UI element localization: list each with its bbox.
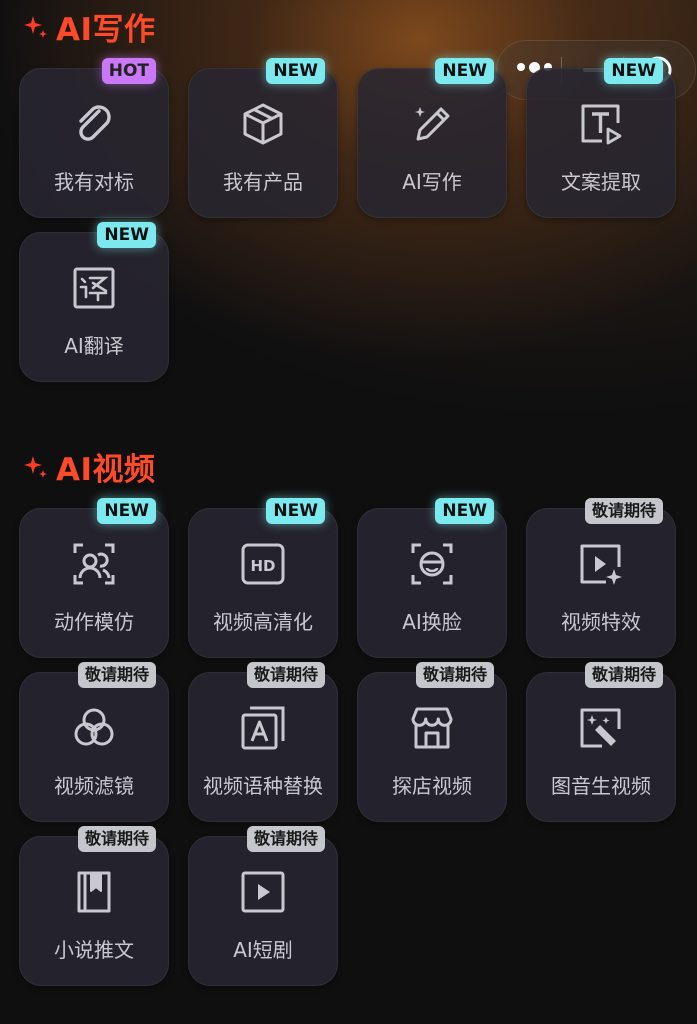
language-a-icon xyxy=(241,706,285,750)
new-badge: NEW xyxy=(266,58,325,84)
tool-label: AI换脸 xyxy=(402,610,462,634)
video-tools-grid: NEW 动作模仿 NEW HD 视频高清化 NEW AI换脸 敬请期待 视频特效… xyxy=(19,498,679,988)
section-title-text: AI写作 xyxy=(56,12,156,48)
hd-icon: HD xyxy=(241,543,285,585)
new-badge: NEW xyxy=(97,498,156,524)
tool-label: 我有产品 xyxy=(223,170,303,194)
coming-soon-badge: 敬请期待 xyxy=(246,826,325,852)
tool-card-video-filter[interactable]: 敬请期待 视频滤镜 xyxy=(19,662,169,822)
tool-card-language-swap[interactable]: 敬请期待 视频语种替换 xyxy=(188,662,338,822)
play-frame-icon xyxy=(241,871,285,913)
book-icon xyxy=(77,871,111,913)
tool-label: 动作模仿 xyxy=(54,610,134,634)
tool-label: 小说推文 xyxy=(54,938,134,962)
coming-soon-badge: 敬请期待 xyxy=(584,498,663,524)
tool-card-novel-promo[interactable]: 敬请期待 小说推文 xyxy=(19,826,169,986)
storefront-icon xyxy=(411,707,453,749)
tool-card-video-effects[interactable]: 敬请期待 视频特效 xyxy=(526,498,676,658)
tool-card-face-swap[interactable]: NEW AI换脸 xyxy=(357,498,507,658)
tool-label: AI翻译 xyxy=(64,334,124,358)
tool-card-ai-translate[interactable]: NEW AI翻译 xyxy=(19,222,169,382)
new-badge: NEW xyxy=(435,498,494,524)
tool-card-motion-imitation[interactable]: NEW 动作模仿 xyxy=(19,498,169,658)
writing-tools-grid: HOT 我有对标 NEW 我有产品 NEW AI写作 NEW 文案提取 NEW xyxy=(19,58,679,388)
new-badge: NEW xyxy=(435,58,494,84)
coming-soon-badge: 敬请期待 xyxy=(77,662,156,688)
magic-pen-icon xyxy=(415,107,450,141)
sparkle-icon xyxy=(24,15,47,38)
tool-label: AI写作 xyxy=(402,170,462,194)
new-badge: NEW xyxy=(604,58,663,84)
tool-card-text-extract[interactable]: NEW 文案提取 xyxy=(526,58,676,218)
tool-label: 我有对标 xyxy=(54,170,134,194)
person-scan-icon xyxy=(73,543,115,585)
box-icon xyxy=(243,103,283,145)
tool-label: 文案提取 xyxy=(561,170,641,194)
tool-card-ai-writing[interactable]: NEW AI写作 xyxy=(357,58,507,218)
tool-card-video-hd[interactable]: NEW HD 视频高清化 xyxy=(188,498,338,658)
tool-card-benchmark[interactable]: HOT 我有对标 xyxy=(19,58,169,218)
coming-soon-badge: 敬请期待 xyxy=(415,662,494,688)
video-sparkle-icon xyxy=(580,544,622,585)
tool-card-product[interactable]: NEW 我有产品 xyxy=(188,58,338,218)
tool-card-store-visit[interactable]: 敬请期待 探店视频 xyxy=(357,662,507,822)
tool-label: 视频滤镜 xyxy=(54,774,134,798)
tool-card-ai-short-drama[interactable]: 敬请期待 AI短剧 xyxy=(188,826,338,986)
tool-label: 图音生视频 xyxy=(551,774,651,798)
image-magic-icon xyxy=(580,708,621,748)
section-title-ai-video: AI视频 xyxy=(22,444,156,489)
text-extract-icon xyxy=(581,104,622,145)
svg-text:HD: HD xyxy=(250,557,275,575)
hot-badge: HOT xyxy=(101,58,156,84)
tool-label: 探店视频 xyxy=(392,774,472,798)
section-title-text: AI视频 xyxy=(56,452,156,488)
tool-label: 视频语种替换 xyxy=(203,774,323,798)
coming-soon-badge: 敬请期待 xyxy=(246,662,325,688)
new-badge: NEW xyxy=(266,498,325,524)
new-badge: NEW xyxy=(97,222,156,248)
sparkle-icon xyxy=(24,455,47,478)
translate-icon xyxy=(73,267,115,309)
face-scan-icon xyxy=(411,543,453,585)
tool-label: AI短剧 xyxy=(233,938,293,962)
section-title-ai-writing: AI写作 xyxy=(22,4,156,49)
coming-soon-badge: 敬请期待 xyxy=(584,662,663,688)
tool-label: 视频高清化 xyxy=(213,610,313,634)
coming-soon-badge: 敬请期待 xyxy=(77,826,156,852)
tool-label: 视频特效 xyxy=(561,610,641,634)
filter-circles-icon xyxy=(74,708,114,746)
paperclip-icon xyxy=(79,105,111,141)
tool-card-image-audio-video[interactable]: 敬请期待 图音生视频 xyxy=(526,662,676,822)
